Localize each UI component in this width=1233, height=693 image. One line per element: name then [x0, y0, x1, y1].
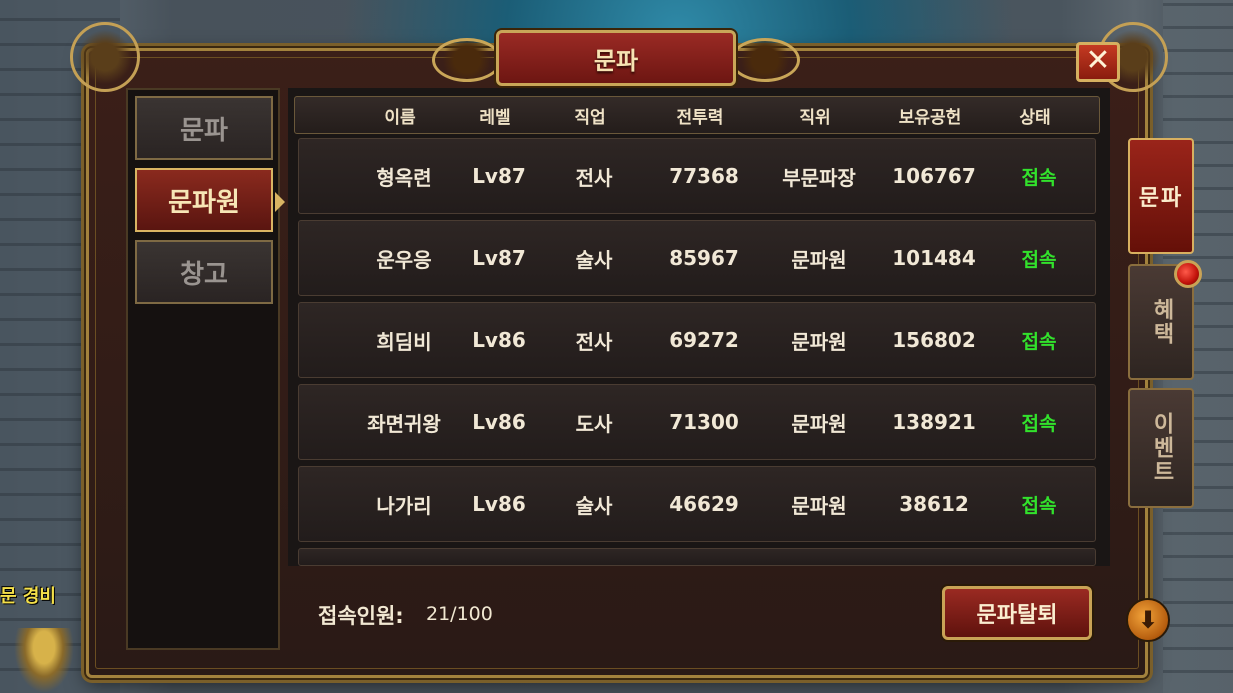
cell-rank: 문파원	[791, 493, 847, 518]
cell-name: 좌면귀왕	[367, 411, 441, 436]
header-level: 레벨	[479, 107, 511, 128]
cell-contribution: 106767	[892, 164, 976, 188]
header-rank: 직위	[799, 107, 831, 128]
tab-storage[interactable]: 창고	[135, 240, 273, 304]
cell-level: Lv87	[472, 164, 526, 188]
cell-power: 69272	[669, 328, 739, 352]
expand-arrow-icon[interactable]: ⬇	[1126, 598, 1170, 642]
close-button[interactable]: ✕	[1076, 42, 1120, 82]
header-power: 전투력	[676, 107, 724, 128]
leave-guild-button[interactable]: 문파탈퇴	[942, 586, 1092, 640]
tab-label: 창고	[180, 259, 228, 290]
cell-name: 희딤비	[376, 329, 432, 354]
cell-status: 접속	[1021, 248, 1057, 271]
cell-name: 운우응	[376, 247, 432, 272]
title-ornament-right	[730, 38, 800, 82]
table-row-partial[interactable]	[298, 548, 1096, 566]
cell-class: 술사	[575, 493, 613, 518]
npc-character[interactable]	[14, 628, 74, 693]
cell-power: 85967	[669, 246, 739, 270]
cell-power: 46629	[669, 492, 739, 516]
close-icon: ✕	[1085, 43, 1111, 78]
title-ornament-left	[432, 38, 502, 82]
tab-label: 문파원	[168, 187, 240, 218]
cell-contribution: 156802	[892, 328, 976, 352]
side-tab-label: 이벤트	[1149, 412, 1174, 484]
left-nav: 문파 문파원 창고	[126, 88, 285, 650]
member-table: 이름 레벨 직업 전투력 직위 보유공헌 상태 형옥련 Lv87 전사 7736…	[288, 88, 1110, 566]
panel-title-plate: 문파	[496, 30, 736, 86]
cell-contribution: 38612	[899, 492, 969, 516]
orb-glyph: ⬇	[1137, 606, 1159, 634]
panel-title: 문파	[593, 46, 639, 75]
side-tab-label: 혜택	[1149, 298, 1174, 346]
npc-name-label: 문 경비	[0, 586, 56, 607]
cell-level: Lv86	[472, 410, 526, 434]
table-row[interactable]: 운우응 Lv87 술사 85967 문파원 101484 접속	[298, 220, 1096, 296]
cell-class: 술사	[575, 247, 613, 272]
header-class: 직업	[574, 107, 606, 128]
cell-class: 도사	[575, 411, 613, 436]
tab-members[interactable]: 문파원	[135, 168, 285, 232]
online-count-value: 21/100	[426, 603, 493, 625]
table-row[interactable]: 좌면귀왕 Lv86 도사 71300 문파원 138921 접속	[298, 384, 1096, 460]
side-tab-label: 문파	[1138, 186, 1184, 211]
corner-ornament-top-left	[70, 22, 140, 92]
cell-rank: 부문파장	[782, 165, 856, 190]
cell-status: 접속	[1021, 166, 1057, 189]
online-count-label: 접속인원:	[318, 604, 404, 628]
tab-guild[interactable]: 문파	[135, 96, 273, 160]
cell-status: 접속	[1021, 330, 1057, 353]
cell-class: 전사	[575, 165, 613, 190]
cell-power: 71300	[669, 410, 739, 434]
cell-level: Lv86	[472, 492, 526, 516]
cell-level: Lv86	[472, 328, 526, 352]
cell-rank: 문파원	[791, 247, 847, 272]
table-row[interactable]: 희딤비 Lv86 전사 69272 문파원 156802 접속	[298, 302, 1096, 378]
header-contribution: 보유공헌	[898, 107, 962, 128]
cell-name: 형옥련	[376, 165, 432, 190]
table-header: 이름 레벨 직업 전투력 직위 보유공헌 상태	[294, 96, 1100, 134]
header-name: 이름	[384, 107, 416, 128]
cell-contribution: 138921	[892, 410, 976, 434]
cell-power: 77368	[669, 164, 739, 188]
table-row[interactable]: 나가리 Lv86 술사 46629 문파원 38612 접속	[298, 466, 1096, 542]
cell-status: 접속	[1021, 494, 1057, 517]
cell-class: 전사	[575, 329, 613, 354]
cell-rank: 문파원	[791, 329, 847, 354]
notification-dot-icon	[1174, 260, 1202, 288]
cell-level: Lv87	[472, 246, 526, 270]
cell-rank: 문파원	[791, 411, 847, 436]
tab-label: 문파	[180, 115, 228, 146]
leave-guild-label: 문파탈퇴	[976, 603, 1058, 628]
cell-name: 나가리	[376, 493, 432, 518]
side-tab-events[interactable]: 이벤트	[1128, 388, 1194, 508]
header-status: 상태	[1019, 107, 1051, 128]
table-row[interactable]: 형옥련 Lv87 전사 77368 부문파장 106767 접속	[298, 138, 1096, 214]
cell-status: 접속	[1021, 412, 1057, 435]
side-tab-guild[interactable]: 문파	[1128, 138, 1194, 254]
cell-contribution: 101484	[892, 246, 976, 270]
